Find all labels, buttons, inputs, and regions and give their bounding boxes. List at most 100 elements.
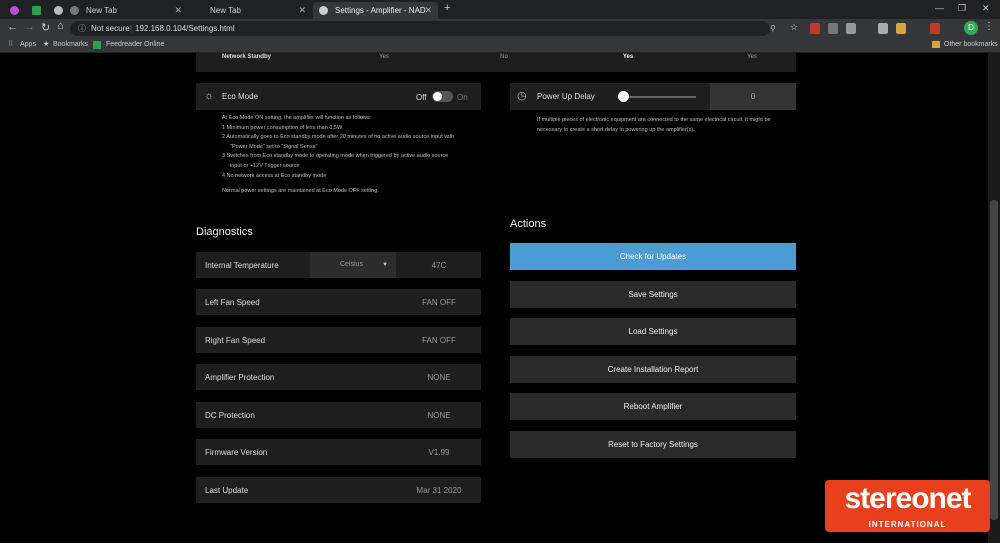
delay-value-field[interactable]: 0	[710, 83, 796, 110]
row-label: Internal Temperature	[205, 261, 279, 270]
other-bookmarks[interactable]: Other bookmarks	[944, 38, 998, 52]
power-up-delay-label: Power Up Delay	[537, 92, 595, 101]
delay-slider[interactable]	[623, 96, 696, 98]
row-label: Amplifier Protection	[205, 373, 275, 382]
reset-factory-settings-button[interactable]: Reset to Factory Settings	[510, 431, 796, 458]
tab-pinned-1[interactable]	[4, 2, 24, 19]
create-installation-report-button[interactable]: Create Installation Report	[510, 356, 796, 383]
delay-slider-handle[interactable]	[618, 91, 629, 102]
forward-icon[interactable]: →	[24, 21, 35, 33]
extension-icon[interactable]	[896, 23, 906, 34]
profile-avatar[interactable]: D	[964, 21, 978, 35]
globe-icon	[54, 6, 63, 15]
tab-strip: New Tab ✕ New Tab ✕ Settings - Amplifier -…	[0, 0, 1000, 19]
close-icon[interactable]: ✕	[298, 2, 306, 19]
row-value: FAN OFF	[422, 336, 456, 345]
row-value: 47C	[431, 261, 447, 270]
diagnostic-row: DC Protection NONE	[196, 402, 481, 428]
row-value: NONE	[427, 411, 451, 420]
temperature-unit-select[interactable]: Celsius ▼	[310, 252, 396, 278]
bookmarks-bar: ⠿ Apps ★ Bookmarks Feedreader Online Oth…	[0, 38, 1000, 53]
extension-icon[interactable]	[810, 23, 820, 34]
diagnostic-row: Right Fan Speed FAN OFF	[196, 327, 481, 353]
home-icon[interactable]: ⌂	[57, 20, 64, 32]
eco-mode-row: ☼ Eco Mode Off On	[196, 83, 481, 110]
tab-pinned-2[interactable]	[26, 2, 46, 19]
standby-value: Yes	[747, 54, 757, 60]
eco-on-label: On	[457, 93, 468, 102]
tab-new-2[interactable]: New Tab ✕	[188, 2, 312, 19]
back-icon[interactable]: ←	[7, 21, 18, 33]
diagnostic-row: Last Update Mar 31 2020	[196, 477, 481, 503]
reboot-amplifier-button[interactable]: Reboot Amplifier	[510, 393, 796, 420]
restore-button[interactable]: ❐	[958, 3, 966, 14]
menu-icon[interactable]: ⋮	[984, 21, 994, 32]
power-up-delay-row: ◷ Power Up Delay 0	[510, 83, 796, 110]
eco-off-label: Off	[416, 93, 427, 102]
logo-brand: stereonet	[844, 482, 971, 515]
network-standby-label: Network Standby	[222, 54, 272, 60]
bookmark-feedreader[interactable]: Feedreader Online	[106, 38, 164, 52]
feed-icon	[93, 41, 101, 49]
globe-icon	[319, 6, 328, 15]
bookmark-star-icon[interactable]: ☆	[790, 22, 798, 33]
row-value: V1.99	[428, 448, 450, 457]
eco-mode-notes: At Eco Mode ON setting, the amplifier wi…	[222, 115, 455, 195]
bookmark-apps[interactable]: Apps	[20, 38, 36, 52]
reload-icon[interactable]: ↻	[41, 21, 50, 34]
feed-icon	[32, 6, 41, 15]
diagnostic-row: Left Fan Speed FAN OFF	[196, 289, 481, 315]
tab-new-1[interactable]: New Tab ✕	[64, 2, 188, 19]
pdf-extension-icon[interactable]	[930, 23, 940, 34]
save-settings-button[interactable]: Save Settings	[510, 281, 796, 308]
row-label: DC Protection	[205, 411, 255, 420]
unit-value: Celsius	[340, 261, 363, 268]
diagnostics-title: Diagnostics	[196, 226, 253, 238]
extension-icon[interactable]	[878, 23, 888, 34]
diagnostic-row: Firmware Version V1.99	[196, 439, 481, 465]
sun-icon: ☼	[204, 90, 215, 102]
check-for-updates-button[interactable]: Check for Updates	[510, 243, 796, 270]
extension-icon[interactable]	[846, 23, 856, 34]
tab-settings[interactable]: Settings - Amplifier - NAD ✕	[313, 2, 438, 19]
extension-icon[interactable]	[828, 23, 838, 34]
stereonet-logo: stereonet INTERNATIONAL	[825, 480, 990, 532]
page-icon	[70, 6, 79, 15]
toggle-knob	[433, 92, 442, 101]
diagnostic-row: Amplifier Protection NONE	[196, 364, 481, 390]
row-label: Right Fan Speed	[205, 336, 266, 345]
app-icon	[10, 6, 19, 15]
row-label: Firmware Version	[205, 448, 268, 457]
standby-value: Yes	[379, 54, 389, 60]
eco-mode-toggle[interactable]	[432, 91, 453, 102]
standby-value-selected: Yes	[622, 54, 634, 60]
load-settings-button[interactable]: Load Settings	[510, 318, 796, 345]
chevron-down-icon: ▼	[382, 262, 388, 268]
url-text: 192.168.0.104/Settings.html	[135, 24, 235, 33]
separator: |	[130, 24, 133, 33]
power-up-delay-note: If multiple pieces of electronic equipme…	[537, 117, 771, 133]
bookmark-bookmarks[interactable]: Bookmarks	[53, 38, 88, 52]
network-standby-row: Network Standby Yes No Yes Yes	[196, 53, 796, 72]
star-icon: ★	[43, 41, 50, 48]
row-value: Mar 31 2020	[416, 486, 462, 495]
row-value: NONE	[427, 373, 451, 382]
info-icon: ⓘ	[78, 24, 86, 33]
internal-temperature-row: Internal Temperature Celsius ▼ 47C	[196, 252, 481, 278]
close-icon[interactable]: ✕	[174, 2, 182, 19]
row-label: Left Fan Speed	[205, 298, 260, 307]
security-label: Not secure	[91, 24, 130, 33]
zoom-icon[interactable]: ⚲	[770, 21, 776, 36]
folder-icon	[932, 41, 940, 48]
clock-icon: ◷	[517, 90, 527, 102]
logo-sub: INTERNATIONAL	[868, 520, 947, 529]
page-content	[0, 53, 988, 543]
scrollbar-thumb[interactable]	[990, 200, 998, 520]
apps-icon: ⠿	[8, 41, 14, 48]
address-bar[interactable]: ⓘ Not secure | 192.168.0.104/Settings.ht…	[70, 21, 776, 36]
close-window-button[interactable]: ✕	[982, 3, 990, 14]
row-value: FAN OFF	[422, 298, 456, 307]
new-tab-button[interactable]: +	[444, 2, 450, 14]
minimize-button[interactable]: —	[935, 3, 944, 13]
close-icon[interactable]: ✕	[424, 2, 432, 19]
